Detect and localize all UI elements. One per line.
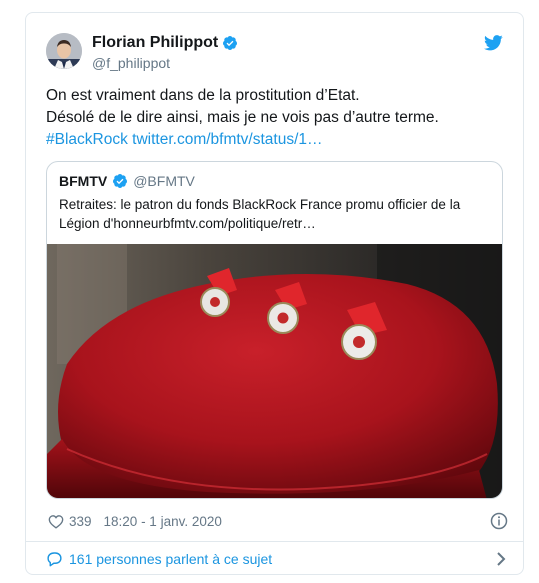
tweet-text-line-1: On est vraiment dans de la prostitution …: [46, 87, 360, 104]
tweet-card[interactable]: Florian Philippot @f_philippot On est vr…: [25, 12, 524, 575]
conversation-link[interactable]: 161 personnes parlent à ce sujet: [46, 549, 506, 569]
tweet-timestamp[interactable]: 18:20 - 1 janv. 2020: [104, 514, 222, 529]
like-count: 339: [69, 513, 92, 529]
quoted-tweet-header: BFMTV @BFMTV: [59, 173, 195, 189]
quoted-author-name[interactable]: BFMTV: [59, 173, 107, 189]
like-button[interactable]: 339: [48, 514, 92, 529]
avatar-photo: [46, 33, 82, 69]
quoted-text-line-1: Retraites: le patron du fonds BlackRock …: [59, 197, 461, 212]
author-handle[interactable]: @f_philippot: [92, 55, 170, 71]
heart-icon: [48, 514, 64, 529]
author-name[interactable]: Florian Philippot: [92, 34, 238, 52]
quoted-tweet-text: Retraites: le patron du fonds BlackRock …: [59, 195, 494, 233]
author-name-text[interactable]: Florian Philippot: [92, 34, 218, 52]
info-icon[interactable]: [490, 512, 508, 530]
verified-badge-icon: [223, 36, 238, 50]
quoted-tweet-image[interactable]: [47, 244, 503, 499]
hashtag-link[interactable]: #BlackRock: [46, 131, 128, 148]
quoted-author-handle[interactable]: @BFMTV: [133, 173, 195, 189]
quoted-text-line-2: Légion d'honneurbfmtv.com/politique/retr…: [59, 216, 316, 231]
tweet-text-line-2: Désolé de le dire ainsi, mais je ne vois…: [46, 109, 439, 126]
tweet-links-line: #BlackRock twitter.com/bfmtv/status/1…: [46, 129, 506, 151]
tweet-meta: 339 18:20 - 1 janv. 2020: [48, 511, 508, 531]
verified-badge-icon: [113, 174, 128, 188]
tweet-text: On est vraiment dans de la prostitution …: [46, 85, 506, 151]
divider: [26, 541, 523, 542]
quoted-tweet[interactable]: BFMTV @BFMTV Retraites: le patron du fon…: [46, 161, 503, 499]
conversation-label[interactable]: 161 personnes parlent à ce sujet: [69, 551, 272, 567]
twitter-bird-icon[interactable]: [484, 35, 503, 51]
speech-bubble-icon: [47, 552, 62, 567]
quoted-status-link[interactable]: twitter.com/bfmtv/status/1…: [132, 131, 322, 148]
chevron-right-icon[interactable]: [496, 551, 506, 567]
author-avatar[interactable]: [46, 33, 82, 69]
